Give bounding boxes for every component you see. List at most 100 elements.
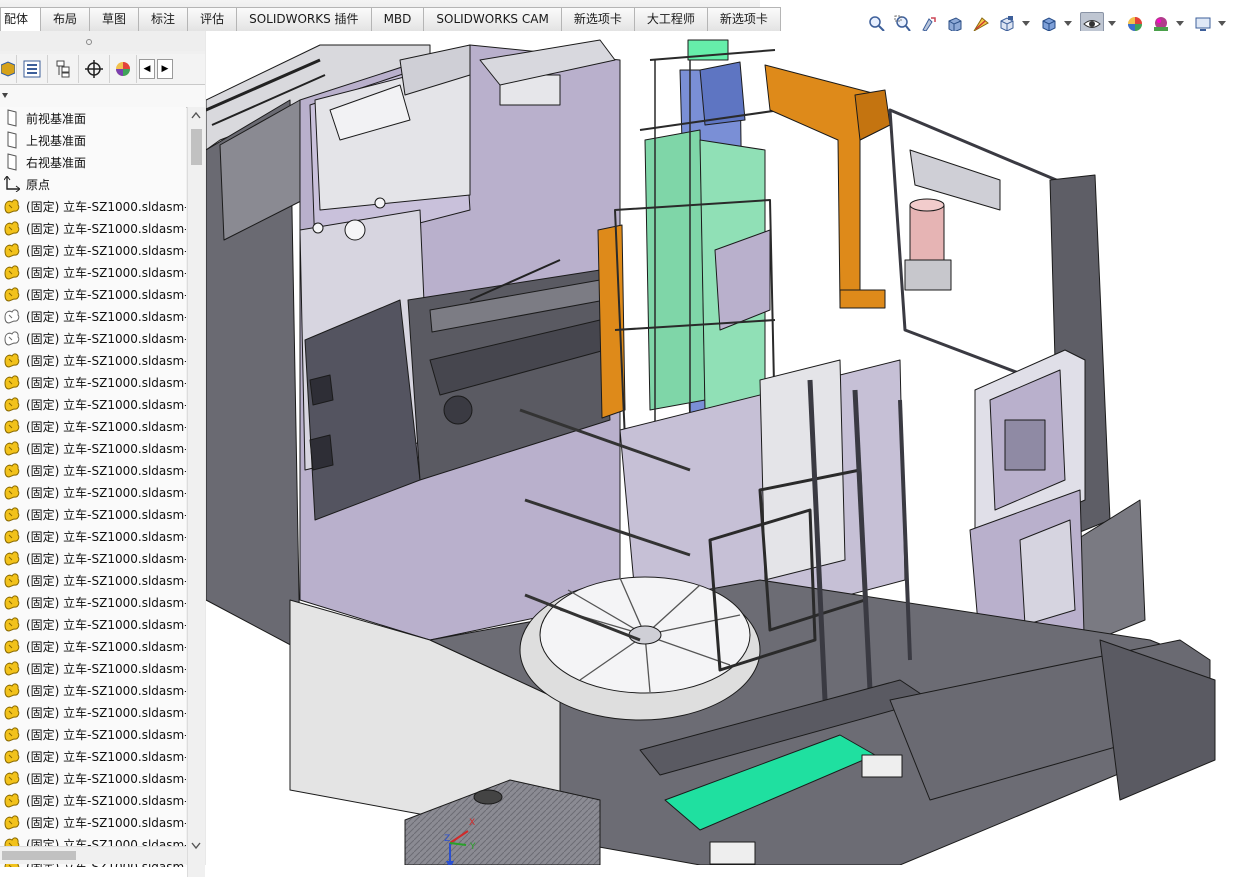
component-icon bbox=[2, 724, 22, 744]
component-icon bbox=[2, 240, 22, 260]
tree-item-plane[interactable]: 右视基准面 bbox=[0, 151, 86, 173]
component-icon bbox=[2, 482, 22, 502]
tree-horizontal-scrollbar[interactable] bbox=[0, 846, 186, 864]
tree-item-component[interactable]: (固定) 立车-SZ1000.sldasm-P bbox=[0, 283, 186, 305]
tree-item-component[interactable]: (固定) 立车-SZ1000.sldasm-P bbox=[0, 635, 186, 657]
configuration-manager-tab-icon[interactable] bbox=[48, 55, 79, 83]
tree-item-component[interactable]: (固定) 立车-SZ1000.sldasm-P bbox=[0, 305, 186, 327]
component-icon bbox=[2, 812, 22, 832]
component-icon bbox=[2, 768, 22, 788]
panel-grip[interactable] bbox=[0, 31, 205, 51]
tree-item-component[interactable]: (固定) 立车-SZ1000.sldasm-P bbox=[0, 327, 186, 349]
graphics-area[interactable]: X Y Z bbox=[206, 31, 1260, 865]
tab-5[interactable]: SOLIDWORKS 插件 bbox=[236, 7, 372, 31]
tab-9[interactable]: 大工程师 bbox=[633, 7, 708, 31]
component-icon bbox=[2, 526, 22, 546]
tree-item-plane[interactable]: 前视基准面 bbox=[0, 107, 86, 129]
scroll-tabs-left-icon[interactable]: ◀ bbox=[139, 59, 155, 79]
feature-manager-panel: ◀ ▶ 前视基准面上视基准面右视基准面 原点 (固定) 立车-SZ1000.slda… bbox=[0, 31, 206, 877]
tree-item-component[interactable]: (固定) 立车-SZ1000.sldasm-P bbox=[0, 657, 186, 679]
origin-icon bbox=[2, 174, 22, 194]
tree-item-component[interactable]: (固定) 立车-SZ1000.sldasm-P bbox=[0, 481, 186, 503]
tree-item-component[interactable]: (固定) 立车-SZ1000.sldasm-P bbox=[0, 767, 186, 789]
tree-item-component[interactable]: (固定) 立车-SZ1000.sldasm-P bbox=[0, 723, 186, 745]
property-manager-tab-icon[interactable] bbox=[17, 55, 48, 83]
tree-item-component[interactable]: (固定) 立车-SZ1000.sldasm-P bbox=[0, 503, 186, 525]
tree-item-origin[interactable]: 原点 bbox=[0, 173, 50, 195]
tree-item-label: (固定) 立车-SZ1000.sldasm-P bbox=[26, 595, 186, 610]
tree-item-label: (固定) 立车-SZ1000.sldasm-P bbox=[26, 243, 186, 258]
tab-4[interactable]: 评估 bbox=[187, 7, 238, 31]
tree-item-component[interactable]: (固定) 立车-SZ1000.sldasm-P bbox=[0, 591, 186, 613]
hscroll-thumb[interactable] bbox=[2, 851, 76, 860]
component-icon bbox=[2, 790, 22, 810]
tree-item-label: 上视基准面 bbox=[26, 133, 87, 148]
tree-item-component[interactable]: (固定) 立车-SZ1000.sldasm-P bbox=[0, 679, 186, 701]
feature-manager-tab-icon[interactable] bbox=[0, 55, 17, 83]
component-icon bbox=[2, 592, 22, 612]
tree-item-plane[interactable]: 上视基准面 bbox=[0, 129, 86, 151]
tree-item-component[interactable]: (固定) 立车-SZ1000.sldasm-P bbox=[0, 811, 186, 833]
tree-item-label: (固定) 立车-SZ1000.sldasm-P bbox=[26, 199, 186, 214]
tree-item-component[interactable]: (固定) 立车-SZ1000.sldasm-P bbox=[0, 745, 186, 767]
tree-item-component[interactable]: (固定) 立车-SZ1000.sldasm-P bbox=[0, 261, 186, 283]
tree-item-component[interactable]: (固定) 立车-SZ1000.sldasm-P bbox=[0, 217, 186, 239]
tree-vertical-scrollbar[interactable] bbox=[187, 107, 205, 877]
tab-7[interactable]: SOLIDWORKS CAM bbox=[423, 7, 562, 31]
tree-item-component[interactable]: (固定) 立车-SZ1000.sldasm-P bbox=[0, 195, 186, 217]
tab-2[interactable]: 草图 bbox=[89, 7, 140, 31]
panel-tab-bar: ◀ ▶ bbox=[0, 54, 205, 85]
tree-item-component[interactable]: (固定) 立车-SZ1000.sldasm-P bbox=[0, 569, 186, 591]
saddle-orange-left bbox=[597, 224, 626, 419]
tab-0[interactable]: 配体 bbox=[0, 7, 42, 31]
tree-item-label: (固定) 立车-SZ1000.sldasm-P bbox=[26, 485, 186, 500]
tree-item-component[interactable]: (固定) 立车-SZ1000.sldasm-P bbox=[0, 613, 186, 635]
tree-item-label: (固定) 立车-SZ1000.sldasm-P bbox=[26, 309, 186, 324]
tree-item-component[interactable]: (固定) 立车-SZ1000.sldasm-P bbox=[0, 701, 186, 723]
tree-item-component[interactable]: (固定) 立车-SZ1000.sldasm-P bbox=[0, 547, 186, 569]
scroll-tabs-right-icon[interactable]: ▶ bbox=[157, 59, 173, 79]
component-icon bbox=[2, 702, 22, 722]
tree-item-component[interactable]: (固定) 立车-SZ1000.sldasm-P bbox=[0, 525, 186, 547]
tree-item-component[interactable]: (固定) 立车-SZ1000.sldasm-P bbox=[0, 349, 186, 371]
triad-x-label: X bbox=[469, 818, 475, 828]
tree-item-label: (固定) 立车-SZ1000.sldasm-P bbox=[26, 221, 186, 236]
tree-item-label: (固定) 立车-SZ1000.sldasm-P bbox=[26, 749, 186, 764]
feature-tree-filter[interactable] bbox=[0, 85, 205, 108]
tab-8[interactable]: 新选项卡 bbox=[560, 7, 635, 31]
component-icon bbox=[2, 438, 22, 458]
tree-item-component[interactable]: (固定) 立车-SZ1000.sldasm-P bbox=[0, 789, 186, 811]
tree-item-label: (固定) 立车-SZ1000.sldasm-P bbox=[26, 287, 186, 302]
component-icon bbox=[2, 548, 22, 568]
tree-item-label: (固定) 立车-SZ1000.sldasm-P bbox=[26, 441, 186, 456]
tree-item-component[interactable]: (固定) 立车-SZ1000.sldasm-P bbox=[0, 393, 186, 415]
tree-item-label: (固定) 立车-SZ1000.sldasm-P bbox=[26, 617, 186, 632]
tab-10[interactable]: 新选项卡 bbox=[706, 7, 781, 31]
component-icon bbox=[2, 262, 22, 282]
tree-item-label: (固定) 立车-SZ1000.sldasm-P bbox=[26, 727, 186, 742]
tree-item-label: (固定) 立车-SZ1000.sldasm-P bbox=[26, 529, 186, 544]
tab-1[interactable]: 布局 bbox=[40, 7, 91, 31]
tab-3[interactable]: 标注 bbox=[138, 7, 189, 31]
tree-item-component[interactable]: (固定) 立车-SZ1000.sldasm-P bbox=[0, 415, 186, 437]
plane-icon bbox=[2, 152, 22, 172]
tree-item-component[interactable]: (固定) 立车-SZ1000.sldasm-P bbox=[0, 437, 186, 459]
component-icon bbox=[2, 680, 22, 700]
tree-item-component[interactable]: (固定) 立车-SZ1000.sldasm-P bbox=[0, 371, 186, 393]
component-icon bbox=[2, 284, 22, 304]
tree-item-component[interactable]: (固定) 立车-SZ1000.sldasm-P bbox=[0, 239, 186, 261]
display-manager-tab-icon[interactable] bbox=[110, 55, 137, 83]
tree-item-label: (固定) 立车-SZ1000.sldasm-P bbox=[26, 463, 186, 478]
component-icon bbox=[2, 372, 22, 392]
component-icon bbox=[2, 636, 22, 656]
component-icon bbox=[2, 394, 22, 414]
plane-icon bbox=[2, 130, 22, 150]
scrollbar-thumb[interactable] bbox=[191, 129, 202, 165]
tree-item-label: (固定) 立车-SZ1000.sldasm-P bbox=[26, 815, 186, 830]
machine-model[interactable] bbox=[206, 31, 1260, 865]
tree-item-component[interactable]: (固定) 立车-SZ1000.sldasm-P bbox=[0, 459, 186, 481]
tree-item-label: (固定) 立车-SZ1000.sldasm-P bbox=[26, 661, 186, 676]
dimxpert-manager-tab-icon[interactable] bbox=[79, 55, 110, 83]
tab-6[interactable]: MBD bbox=[370, 7, 425, 31]
component-icon bbox=[2, 504, 22, 524]
